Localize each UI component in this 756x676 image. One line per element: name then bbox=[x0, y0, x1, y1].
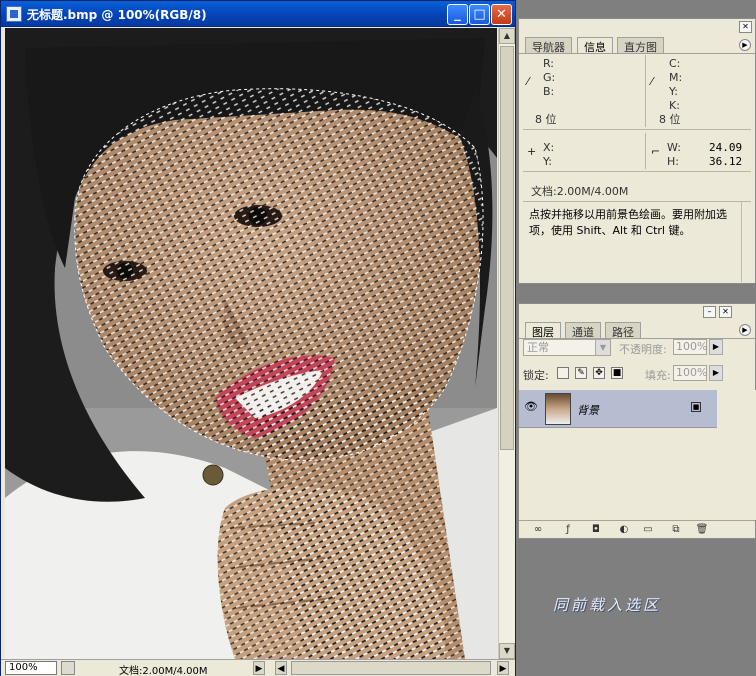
m-label: M: bbox=[669, 71, 683, 84]
add-mask-icon[interactable]: ◘ bbox=[589, 524, 603, 536]
fill-label: 填充: bbox=[645, 369, 671, 382]
layer-name: 背景 bbox=[577, 404, 599, 417]
document-statusbar: 100% 文档:2.00M/4.00M ▶ ◀ ▶ bbox=[1, 659, 515, 676]
fill-field[interactable]: 100% bbox=[673, 365, 707, 381]
status-doc-size: 文档:2.00M/4.00M bbox=[119, 666, 208, 676]
info-panel: ✕ 导航器 信息 直方图 ▶ ⁄ R: G: B: 8 位 ⁄ C: M: Y:… bbox=[518, 18, 756, 284]
scroll-down-arrow[interactable]: ▼ bbox=[499, 643, 515, 659]
hscroll-right-arrow[interactable]: ▶ bbox=[497, 661, 509, 675]
maximize-button[interactable]: □ bbox=[469, 4, 490, 25]
scroll-up-arrow[interactable]: ▲ bbox=[499, 28, 515, 44]
opacity-label: 不透明度: bbox=[619, 343, 667, 356]
layers-scrollbar[interactable] bbox=[717, 390, 756, 520]
status-info-icon[interactable] bbox=[61, 661, 75, 675]
vertical-scrollbar[interactable]: ▲ ▼ bbox=[498, 28, 515, 659]
fill-slider-arrow[interactable]: ▶ bbox=[709, 365, 723, 381]
layer-row-background[interactable]: 👁 背景 ■ bbox=[519, 390, 717, 428]
status-menu-arrow[interactable]: ▶ bbox=[253, 661, 265, 675]
layers-bottom-toolbar: ∞ ƒ ◘ ◐ ▭ ⧉ 🗑 bbox=[519, 520, 755, 538]
layer-style-icon[interactable]: ƒ bbox=[561, 524, 575, 536]
eyedropper-icon-cmyk: ⁄ bbox=[651, 75, 653, 88]
g-label: G: bbox=[543, 71, 556, 84]
hscroll-left-arrow[interactable]: ◀ bbox=[275, 661, 287, 675]
y-coord-label: Y: bbox=[543, 155, 552, 168]
image-canvas[interactable] bbox=[5, 28, 497, 659]
lock-label: 锁定: bbox=[523, 369, 549, 382]
trash-icon[interactable]: 🗑 bbox=[695, 524, 709, 536]
blend-mode-select[interactable]: 正常 ▼ bbox=[523, 339, 611, 356]
lock-move-icon[interactable]: ✥ bbox=[593, 367, 605, 379]
h-label: H: bbox=[667, 155, 679, 168]
c-label: C: bbox=[669, 57, 681, 70]
tab-paths[interactable]: 路径 bbox=[605, 322, 641, 339]
opacity-slider-arrow[interactable]: ▶ bbox=[709, 339, 723, 355]
photoshop-doc-icon bbox=[6, 6, 22, 22]
tab-channels[interactable]: 通道 bbox=[565, 322, 601, 339]
w-value: 24.09 bbox=[709, 141, 743, 154]
info-doc-size: 文档:2.00M/4.00M bbox=[531, 185, 629, 198]
chevron-down-icon: ▼ bbox=[595, 340, 610, 355]
zoom-field[interactable]: 100% bbox=[5, 661, 57, 675]
layer-thumbnail bbox=[545, 393, 571, 425]
bit-depth-right: 8 位 bbox=[659, 113, 681, 126]
lock-icon: ■ bbox=[691, 402, 701, 412]
minimize-button[interactable]: _ bbox=[447, 4, 468, 25]
opacity-field[interactable]: 100% bbox=[673, 339, 707, 355]
eye-icon[interactable]: 👁 bbox=[524, 400, 538, 414]
panel-close-button[interactable]: ✕ bbox=[739, 21, 752, 33]
document-titlebar[interactable]: 无标题.bmp @ 100%(RGB/8) _ □ ✕ bbox=[1, 1, 515, 27]
document-window: 无标题.bmp @ 100%(RGB/8) _ □ ✕ ▲ ▼ 100% 文档:… bbox=[0, 0, 516, 676]
lock-transparency-icon[interactable] bbox=[557, 367, 569, 379]
link-layers-icon[interactable]: ∞ bbox=[531, 524, 545, 536]
bit-depth-left: 8 位 bbox=[535, 113, 557, 126]
tab-info[interactable]: 信息 bbox=[577, 37, 613, 54]
info-panel-menu-button[interactable]: ▶ bbox=[739, 39, 751, 51]
eyedropper-icon: ⁄ bbox=[527, 75, 529, 88]
tab-layers[interactable]: 图层 bbox=[525, 322, 561, 339]
blend-mode-value: 正常 bbox=[527, 341, 549, 354]
r-label: R: bbox=[543, 57, 555, 70]
layers-panel-menu-button[interactable]: ▶ bbox=[739, 324, 751, 336]
y-label: Y: bbox=[669, 85, 678, 98]
adjustment-layer-icon[interactable]: ◐ bbox=[617, 524, 631, 536]
layers-minimize-button[interactable]: – bbox=[703, 306, 716, 318]
portrait-image bbox=[5, 28, 497, 659]
caption-text: 同前载入选区 bbox=[553, 596, 662, 614]
selection-size-icon: ⌐ bbox=[651, 145, 661, 158]
tab-navigator[interactable]: 导航器 bbox=[525, 37, 572, 54]
w-label: W: bbox=[667, 141, 681, 154]
shirt-button bbox=[202, 464, 224, 486]
tab-histogram[interactable]: 直方图 bbox=[617, 37, 664, 54]
info-scrollbar[interactable] bbox=[741, 202, 755, 282]
tool-tip-text: 点按并拖移以用前景色绘画。要用附加选项，使用 Shift、Alt 和 Ctrl … bbox=[529, 208, 727, 237]
h-value: 36.12 bbox=[709, 155, 743, 168]
horizontal-scrollbar[interactable] bbox=[291, 661, 491, 675]
lock-all-icon[interactable]: ■ bbox=[611, 367, 623, 379]
layers-panel: – ✕ 图层 通道 路径 ▶ 正常 ▼ 不透明度: 100% ▶ 锁定: ✎ ✥… bbox=[518, 303, 756, 539]
layers-close-button[interactable]: ✕ bbox=[719, 306, 732, 318]
close-button[interactable]: ✕ bbox=[491, 4, 512, 25]
new-layer-icon[interactable]: ⧉ bbox=[669, 524, 683, 536]
b-label: B: bbox=[543, 85, 555, 98]
crosshair-icon: + bbox=[527, 145, 537, 158]
new-group-icon[interactable]: ▭ bbox=[641, 524, 655, 536]
lock-paint-icon[interactable]: ✎ bbox=[575, 367, 587, 379]
scroll-thumb[interactable] bbox=[500, 46, 514, 450]
x-label: X: bbox=[543, 141, 555, 154]
document-title: 无标题.bmp @ 100%(RGB/8) bbox=[27, 8, 207, 22]
